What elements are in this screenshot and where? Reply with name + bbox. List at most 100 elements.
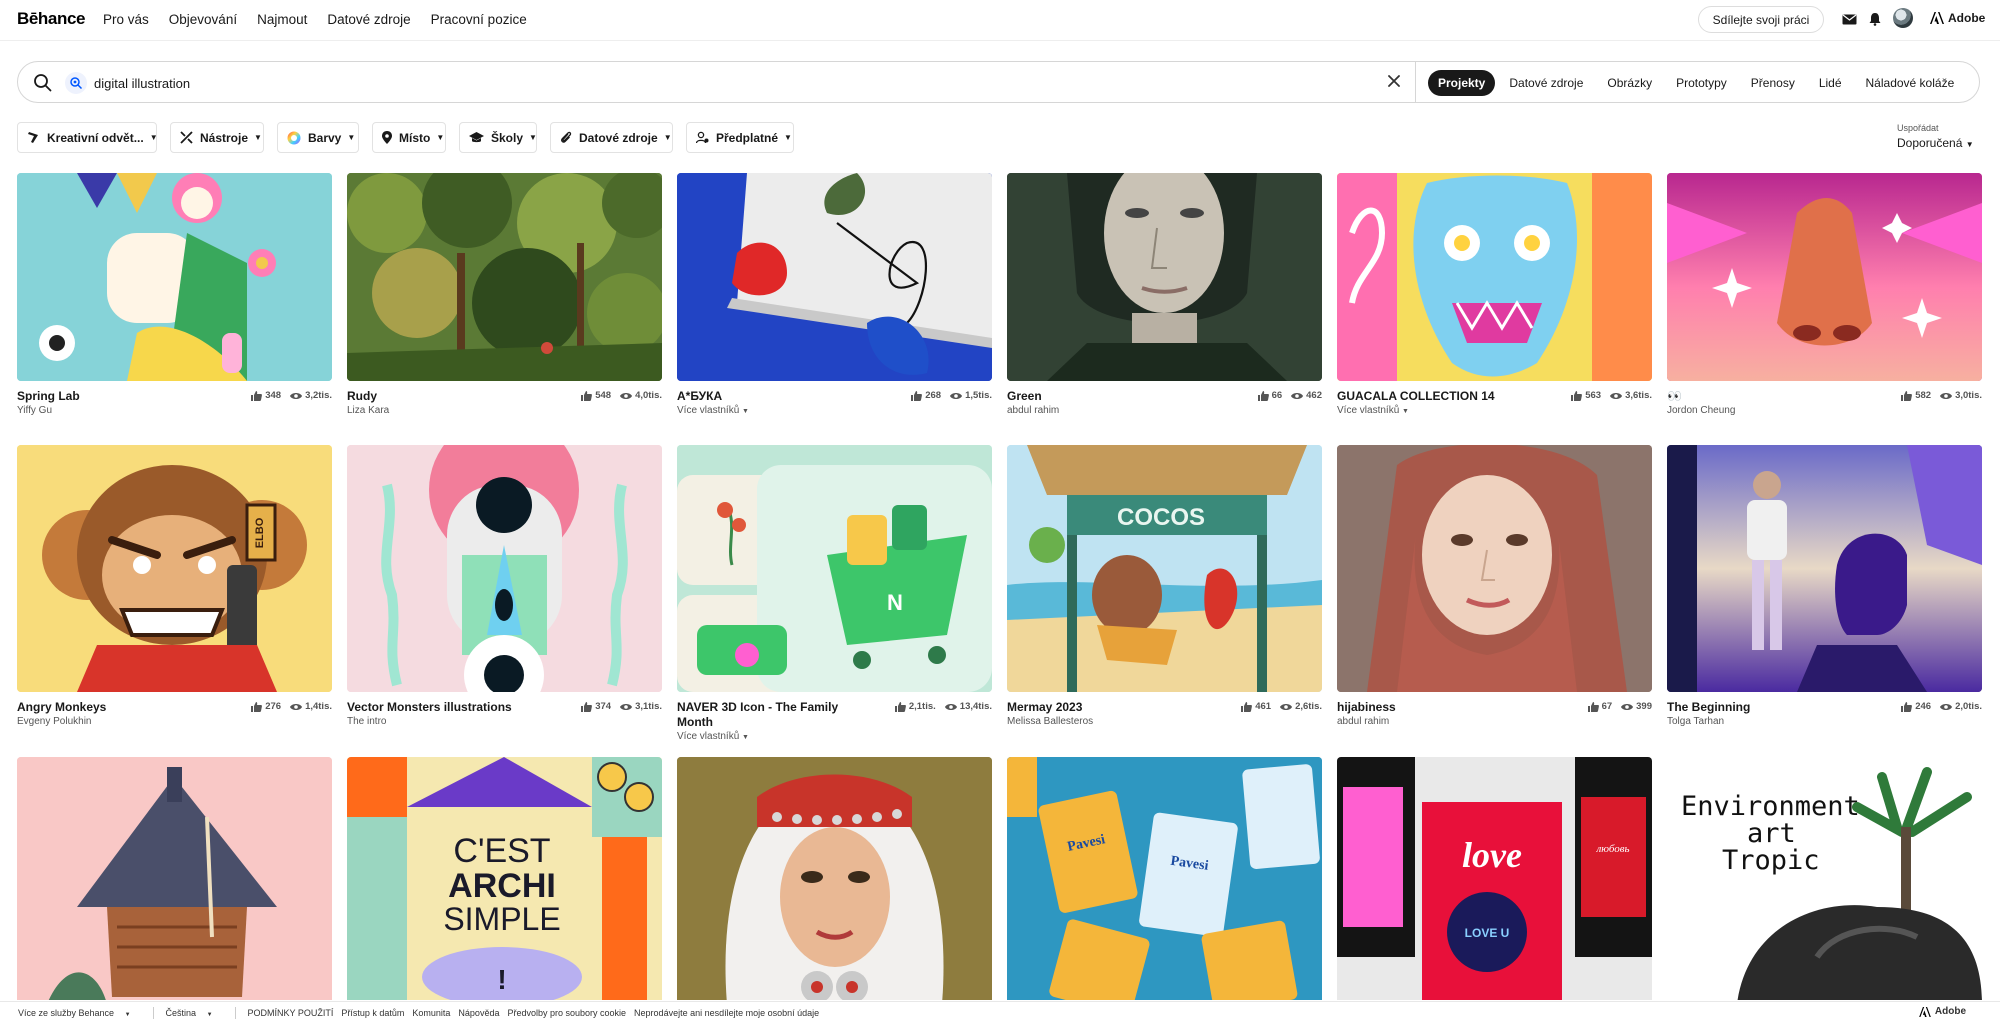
project-card[interactable]: N NAVER 3D Icon - The Family Month Více …	[677, 445, 992, 742]
project-card[interactable]	[17, 757, 332, 1000]
project-owner[interactable]: Více vlastníků ▼	[677, 405, 992, 416]
scope-tab-assets[interactable]: Datové zdroje	[1499, 70, 1593, 96]
bell-icon[interactable]	[1866, 10, 1884, 28]
project-card[interactable]: love LOVE U любовь	[1337, 757, 1652, 1000]
project-card[interactable]: Pavesi Pavesi	[1007, 757, 1322, 1000]
project-thumbnail[interactable]	[1667, 173, 1982, 381]
project-title[interactable]: Mermay 2023	[1007, 700, 1207, 715]
nav-link-for-you[interactable]: Pro vás	[103, 12, 149, 27]
filter-creative-fields[interactable]: Kreativní odvět... ▼	[17, 122, 158, 153]
project-thumbnail[interactable]: N	[677, 445, 992, 692]
project-thumbnail[interactable]	[1667, 445, 1982, 692]
project-owner[interactable]: Evgeny Polukhin	[17, 716, 332, 727]
filter-subscription[interactable]: Předplatné ▼	[686, 122, 794, 153]
project-card[interactable]: 👀 Jordon Cheung 582 3,0tis.	[1667, 173, 1982, 423]
project-title[interactable]: Angry Monkeys	[17, 700, 217, 715]
project-title[interactable]: Green	[1007, 389, 1207, 404]
project-thumbnail[interactable]: Pavesi Pavesi	[1007, 757, 1322, 1000]
scope-tab-prototypes[interactable]: Prototypy	[1666, 70, 1737, 96]
project-title[interactable]: 👀	[1667, 389, 1867, 404]
footer-more-behance[interactable]: Více ze služby Behance ▼	[18, 1008, 139, 1018]
nav-link-discover[interactable]: Objevování	[169, 12, 237, 27]
visual-search-icon[interactable]	[65, 72, 87, 94]
mail-icon[interactable]	[1840, 10, 1858, 28]
project-title[interactable]: Rudy	[347, 389, 547, 404]
project-card[interactable]: Rudy Liza Kara 548 4,0tis.	[347, 173, 662, 423]
project-card[interactable]: hijabiness abdul rahim 67 399	[1337, 445, 1652, 734]
project-owner[interactable]: abdul rahim	[1007, 405, 1322, 416]
project-card[interactable]: А*БУКА Více vlastníků ▼ 268 1,5tis.	[677, 173, 992, 423]
project-card[interactable]: C'EST ARCHI SIMPLE !	[347, 757, 662, 1000]
project-owner[interactable]: Liza Kara	[347, 405, 662, 416]
share-work-button[interactable]: Sdílejte svoji práci	[1698, 6, 1824, 33]
footer-adobe[interactable]: Adobe	[1919, 1006, 1974, 1017]
footer-link-cookies[interactable]: Předvolby pro soubory cookie	[507, 1008, 626, 1018]
project-card[interactable]: COCOS Mermay 2023 Melissa Ballesteros 46…	[1007, 445, 1322, 734]
project-title[interactable]: GUACALA COLLECTION 14	[1337, 389, 1537, 404]
project-thumbnail[interactable]	[1337, 445, 1652, 692]
project-owner[interactable]: abdul rahim	[1337, 716, 1652, 727]
filter-location[interactable]: Místo ▼	[372, 122, 446, 153]
nav-link-hire[interactable]: Najmout	[257, 12, 307, 27]
behance-logo[interactable]: Bēhance	[17, 9, 85, 29]
project-owner[interactable]: Jordon Cheung	[1667, 405, 1982, 416]
footer-link-terms[interactable]: PODMÍNKY POUŽITÍ	[248, 1008, 334, 1018]
project-thumbnail[interactable]	[347, 445, 662, 692]
footer-link-privacy[interactable]: Přístup k datům	[341, 1008, 404, 1018]
project-title[interactable]: The Beginning	[1667, 700, 1867, 715]
project-thumbnail[interactable]	[677, 173, 992, 381]
scope-tab-streams[interactable]: Přenosy	[1741, 70, 1805, 96]
adobe-menu[interactable]: Adobe	[1930, 11, 1985, 25]
project-card[interactable]: Spring Lab Yiffy Gu 348 3,2tis.	[17, 173, 332, 423]
nav-link-assets[interactable]: Datové zdroje	[327, 12, 410, 27]
project-owner[interactable]: Yiffy Gu	[17, 405, 332, 416]
project-card[interactable]: Environment art Tropic	[1667, 757, 1982, 1000]
scope-tab-projects[interactable]: Projekty	[1428, 70, 1496, 96]
filter-schools[interactable]: Školy ▼	[459, 122, 537, 153]
project-owner[interactable]: The intro	[347, 716, 662, 727]
project-thumbnail[interactable]: COCOS	[1007, 445, 1322, 692]
nav-link-jobs[interactable]: Pracovní pozice	[431, 12, 527, 27]
project-thumbnail[interactable]	[1337, 173, 1652, 381]
footer-link-help[interactable]: Nápověda	[458, 1008, 499, 1018]
project-owner[interactable]: Tolga Tarhan	[1667, 716, 1982, 727]
project-card[interactable]: The Beginning Tolga Tarhan 246 2,0tis.	[1667, 445, 1982, 734]
project-thumbnail[interactable]	[1007, 173, 1322, 381]
project-thumbnail[interactable]	[17, 757, 332, 1000]
project-card[interactable]	[677, 757, 992, 1000]
footer-link-community[interactable]: Komunita	[412, 1008, 450, 1018]
clear-search-icon[interactable]	[1387, 74, 1401, 93]
project-title[interactable]: hijabiness	[1337, 700, 1537, 715]
project-card[interactable]: Green abdul rahim 66 462	[1007, 173, 1322, 423]
project-card[interactable]: GUACALA COLLECTION 14 Více vlastníků ▼ 5…	[1337, 173, 1652, 423]
filter-assets[interactable]: Datové zdroje ▼	[550, 122, 673, 153]
project-owner[interactable]: Více vlastníků ▼	[677, 731, 992, 742]
project-thumbnail[interactable]: love LOVE U любовь	[1337, 757, 1652, 1000]
footer-language[interactable]: Čeština ▼	[166, 1008, 221, 1018]
scope-tab-moodboards[interactable]: Náladové koláže	[1856, 70, 1965, 96]
search-input[interactable]	[94, 71, 994, 95]
project-title[interactable]: NAVER 3D Icon - The Family Month	[677, 700, 877, 730]
scope-tab-people[interactable]: Lidé	[1809, 70, 1852, 96]
project-card[interactable]: ELBO Angry Monkeys Evgeny Polukhin 276 1…	[17, 445, 332, 734]
project-owner[interactable]: Více vlastníků ▼	[1337, 405, 1652, 416]
views-count: 3,2tis.	[305, 390, 332, 401]
project-thumbnail[interactable]: Environment art Tropic	[1667, 757, 1982, 1000]
filter-colors[interactable]: Barvy ▼	[277, 122, 359, 153]
project-thumbnail[interactable]	[347, 173, 662, 381]
project-card[interactable]: Vector Monsters illustrations The intro …	[347, 445, 662, 734]
search-icon[interactable]	[33, 73, 52, 97]
project-owner[interactable]: Melissa Ballesteros	[1007, 716, 1322, 727]
project-thumbnail[interactable]: C'EST ARCHI SIMPLE !	[347, 757, 662, 1000]
sort-dropdown[interactable]: Uspořádat Doporučená ▼	[1897, 123, 1974, 150]
scope-tab-images[interactable]: Obrázky	[1597, 70, 1662, 96]
project-title[interactable]: Spring Lab	[17, 389, 217, 404]
project-thumbnail[interactable]: ELBO	[17, 445, 332, 692]
project-title[interactable]: А*БУКА	[677, 389, 877, 404]
project-thumbnail[interactable]	[17, 173, 332, 381]
project-title[interactable]: Vector Monsters illustrations	[347, 700, 547, 715]
filter-tools[interactable]: Nástroje ▼	[170, 122, 264, 153]
project-thumbnail[interactable]	[677, 757, 992, 1000]
user-avatar[interactable]	[1893, 8, 1913, 28]
footer-link-do-not-sell[interactable]: Neprodávejte ani nesdílejte moje osobní …	[634, 1008, 819, 1018]
